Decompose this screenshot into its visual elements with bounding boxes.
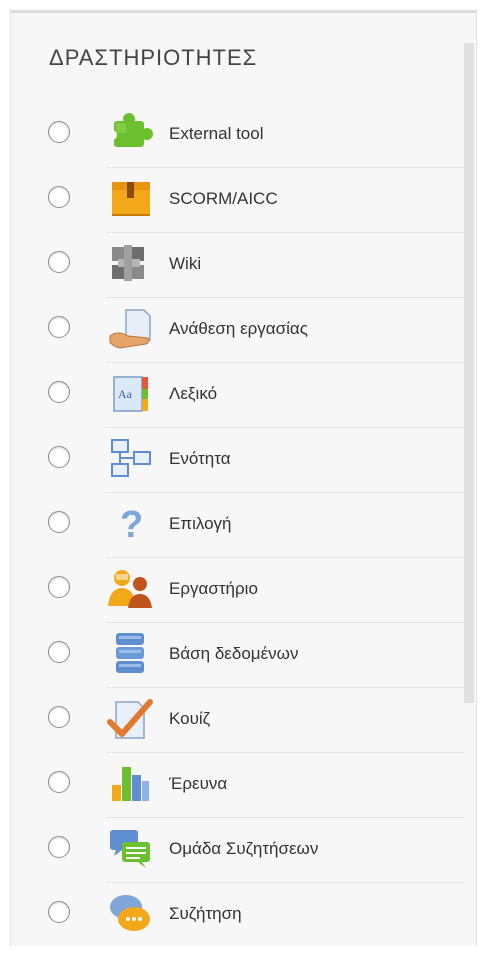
radio-button[interactable] xyxy=(48,771,70,793)
radio-button[interactable] xyxy=(48,706,70,728)
quiz-checkmark-icon xyxy=(104,696,156,742)
radio-button[interactable] xyxy=(48,316,70,338)
activity-item-forum[interactable]: Συζήτηση xyxy=(11,883,476,948)
activity-label: Ενότητα xyxy=(169,449,231,468)
activity-label: External tool xyxy=(169,124,264,143)
activity-label: Λεξικό xyxy=(169,384,218,403)
activity-label: Κουίζ xyxy=(169,709,211,728)
svg-text:Aa: Aa xyxy=(118,387,133,401)
radio-button[interactable] xyxy=(48,901,70,923)
activity-item-glossary[interactable]: Aa Λεξικό xyxy=(11,363,476,428)
question-mark-icon: ? xyxy=(104,501,156,547)
activity-item-choice[interactable]: ? Επιλογή xyxy=(11,493,476,558)
workshop-icon xyxy=(104,566,156,612)
activity-item-database[interactable]: Βάση δεδομένων xyxy=(11,623,476,688)
assignment-icon xyxy=(104,306,156,352)
panel-title: ΔΡΑΣΤΗΡΙΟΤΗΤΕΣ xyxy=(49,45,258,70)
activity-item-wiki[interactable]: Wiki xyxy=(11,233,476,298)
radio-button[interactable] xyxy=(48,511,70,533)
activity-item-external-tool[interactable]: External tool xyxy=(11,103,476,168)
activity-label: Συζήτηση xyxy=(169,904,242,923)
radio-button[interactable] xyxy=(48,251,70,273)
activity-label: SCORM/AICC xyxy=(169,189,278,208)
activity-label: Wiki xyxy=(169,254,202,273)
wiki-icon xyxy=(104,241,156,287)
radio-button[interactable] xyxy=(48,381,70,403)
radio-button[interactable] xyxy=(48,576,70,598)
bar-chart-icon xyxy=(104,761,156,807)
activities-panel: ΔΡΑΣΤΗΡΙΟΤΗΤΕΣ External tool SCORM/AICC … xyxy=(10,10,477,946)
glossary-icon: Aa xyxy=(104,371,156,417)
activity-item-chat[interactable]: Ομάδα Συζητήσεων xyxy=(11,818,476,883)
activity-item-scorm[interactable]: SCORM/AICC xyxy=(11,168,476,233)
activity-list: External tool SCORM/AICC Wiki Ανάθεση ερ… xyxy=(11,103,476,948)
chat-group-icon xyxy=(104,826,156,872)
radio-button[interactable] xyxy=(48,836,70,858)
lesson-icon xyxy=(104,436,156,482)
activity-item-workshop[interactable]: Εργαστήριο xyxy=(11,558,476,623)
radio-button[interactable] xyxy=(48,641,70,663)
package-box-icon xyxy=(104,176,156,222)
svg-text:?: ? xyxy=(120,504,143,546)
forum-bubbles-icon xyxy=(104,891,156,937)
activity-label: Ανάθεση εργασίας xyxy=(169,319,308,338)
radio-button[interactable] xyxy=(48,186,70,208)
radio-button[interactable] xyxy=(48,446,70,468)
activity-label: Επιλογή xyxy=(169,514,232,533)
radio-button[interactable] xyxy=(48,121,70,143)
activity-item-lesson[interactable]: Ενότητα xyxy=(11,428,476,493)
activity-item-assignment[interactable]: Ανάθεση εργασίας xyxy=(11,298,476,363)
activity-label: Έρευνα xyxy=(169,774,228,793)
puzzle-icon xyxy=(104,111,156,157)
activity-item-quiz[interactable]: Κουίζ xyxy=(11,688,476,753)
database-icon xyxy=(104,631,156,677)
activity-label: Ομάδα Συζητήσεων xyxy=(169,839,319,858)
activity-label: Εργαστήριο xyxy=(169,579,258,598)
activity-item-survey[interactable]: Έρευνα xyxy=(11,753,476,818)
activity-label: Βάση δεδομένων xyxy=(169,644,299,663)
